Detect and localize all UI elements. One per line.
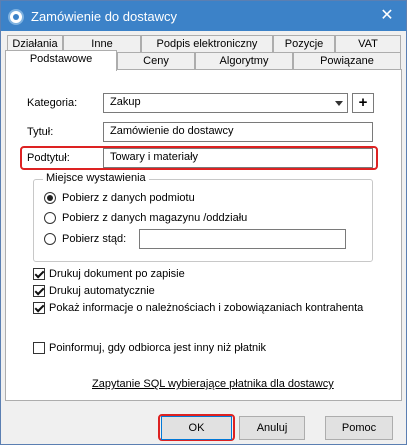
check-poinformuj-odbiorca-label: Poinformuj, gdy odbiorca jest inny niż p… bbox=[49, 342, 267, 354]
radio-pobierz-z-magazynu-label: Pobierz z danych magazynu /oddziału bbox=[62, 212, 248, 224]
ok-button[interactable]: OK bbox=[161, 416, 232, 440]
kategoria-value: Zakup bbox=[110, 96, 141, 108]
window-title: Zamówienie do dostawcy bbox=[31, 9, 177, 24]
tytul-input[interactable]: Zamówienie do dostawcy bbox=[103, 122, 373, 142]
radio-pobierz-z-magazynu[interactable] bbox=[44, 212, 56, 224]
pobierz-stad-input[interactable] bbox=[139, 229, 346, 249]
chevron-down-icon bbox=[335, 101, 343, 106]
cancel-button[interactable]: Anuluj bbox=[239, 416, 305, 440]
check-drukuj-po-zapisie-label: Drukuj dokument po zapisie bbox=[49, 268, 185, 280]
close-button[interactable]: ✕ bbox=[376, 5, 398, 27]
kategoria-label: Kategoria: bbox=[27, 97, 78, 109]
podtytul-label: Podtytuł: bbox=[27, 152, 70, 164]
check-pokaz-naleznosci[interactable] bbox=[33, 302, 45, 314]
check-drukuj-automatycznie[interactable] bbox=[33, 285, 45, 297]
podtytul-input[interactable]: Towary i materiały bbox=[103, 148, 373, 168]
kategoria-combo[interactable]: Zakup bbox=[103, 93, 348, 113]
radio-pobierz-z-podmiotu[interactable] bbox=[44, 192, 56, 204]
sql-payer-query-link[interactable]: Zapytanie SQL wybierające płatnika dla d… bbox=[92, 378, 334, 390]
radio-pobierz-stad[interactable] bbox=[44, 233, 56, 245]
radio-pobierz-z-podmiotu-label: Pobierz z danych podmiotu bbox=[62, 192, 195, 204]
miejsce-wystawienia-title: Miejsce wystawienia bbox=[43, 172, 149, 184]
check-pokaz-naleznosci-label: Pokaż informacje o należnościach i zobow… bbox=[49, 302, 364, 314]
tab-panel-podstawowe: Kategoria: Zakup + Tytuł: Zamówienie do … bbox=[5, 69, 402, 401]
help-button[interactable]: Pomoc bbox=[325, 416, 393, 440]
add-category-button[interactable]: + bbox=[352, 93, 374, 113]
tab-podstawowe[interactable]: Podstawowe bbox=[5, 50, 117, 71]
tytul-label: Tytuł: bbox=[27, 126, 54, 138]
check-poinformuj-odbiorca[interactable] bbox=[33, 342, 45, 354]
radio-pobierz-stad-label: Pobierz stąd: bbox=[62, 233, 127, 245]
check-drukuj-po-zapisie[interactable] bbox=[33, 268, 45, 280]
dialog-window: Zamówienie do dostawcy ✕ Działania Inne … bbox=[0, 0, 407, 445]
app-logo-icon bbox=[8, 9, 24, 25]
title-bar[interactable]: Zamówienie do dostawcy ✕ bbox=[1, 1, 406, 31]
check-drukuj-automatycznie-label: Drukuj automatycznie bbox=[49, 285, 155, 297]
